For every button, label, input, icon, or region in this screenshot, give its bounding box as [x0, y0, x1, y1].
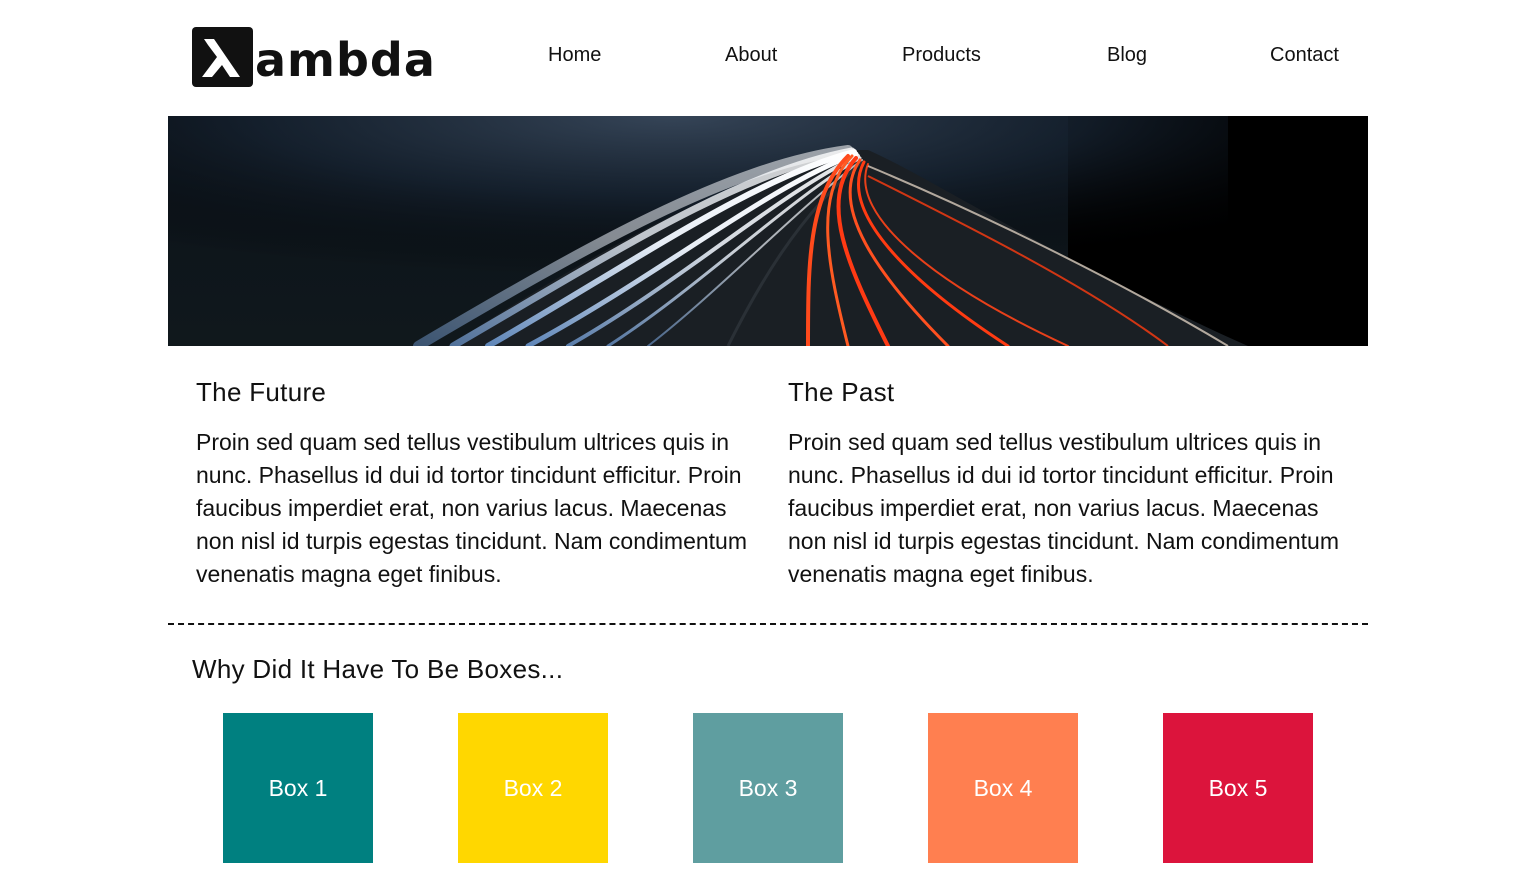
- nav-products[interactable]: Products: [902, 44, 981, 67]
- box-4: Box 4: [928, 713, 1078, 863]
- nav-contact[interactable]: Contact: [1270, 44, 1339, 67]
- nav-blog[interactable]: Blog: [1107, 44, 1147, 67]
- box-label: Box 2: [503, 774, 563, 801]
- hero-image: [168, 116, 1368, 346]
- box-label: Box 4: [973, 774, 1033, 801]
- box-2: Box 2: [458, 713, 608, 863]
- box-label: Box 3: [738, 774, 798, 801]
- nav-home[interactable]: Home: [548, 44, 601, 67]
- box-5: Box 5: [1163, 713, 1313, 863]
- boxes-title: Why Did It Have To Be Boxes...: [192, 654, 564, 684]
- section-body: Proin sed quam sed tellus vestibulum ult…: [196, 429, 748, 587]
- section-title: The Future: [196, 377, 327, 407]
- main-nav: Home About Products Blog Contact: [168, 44, 1368, 70]
- box-1: Box 1: [223, 713, 373, 863]
- site-header: ambda Home About Products Blog Contact: [168, 0, 1368, 116]
- nav-about[interactable]: About: [725, 44, 777, 67]
- section-future: The Future Proin sed quam sed tellus ves…: [196, 372, 752, 591]
- box-3: Box 3: [693, 713, 843, 863]
- box-label: Box 1: [268, 774, 328, 801]
- section-body: Proin sed quam sed tellus vestibulum ult…: [788, 429, 1340, 587]
- page: ambda Home About Products Blog Contact T…: [0, 0, 1536, 893]
- section-title: The Past: [788, 377, 895, 407]
- dashed-divider: [168, 623, 1368, 625]
- box-label: Box 5: [1208, 774, 1268, 801]
- section-past: The Past Proin sed quam sed tellus vesti…: [788, 372, 1344, 591]
